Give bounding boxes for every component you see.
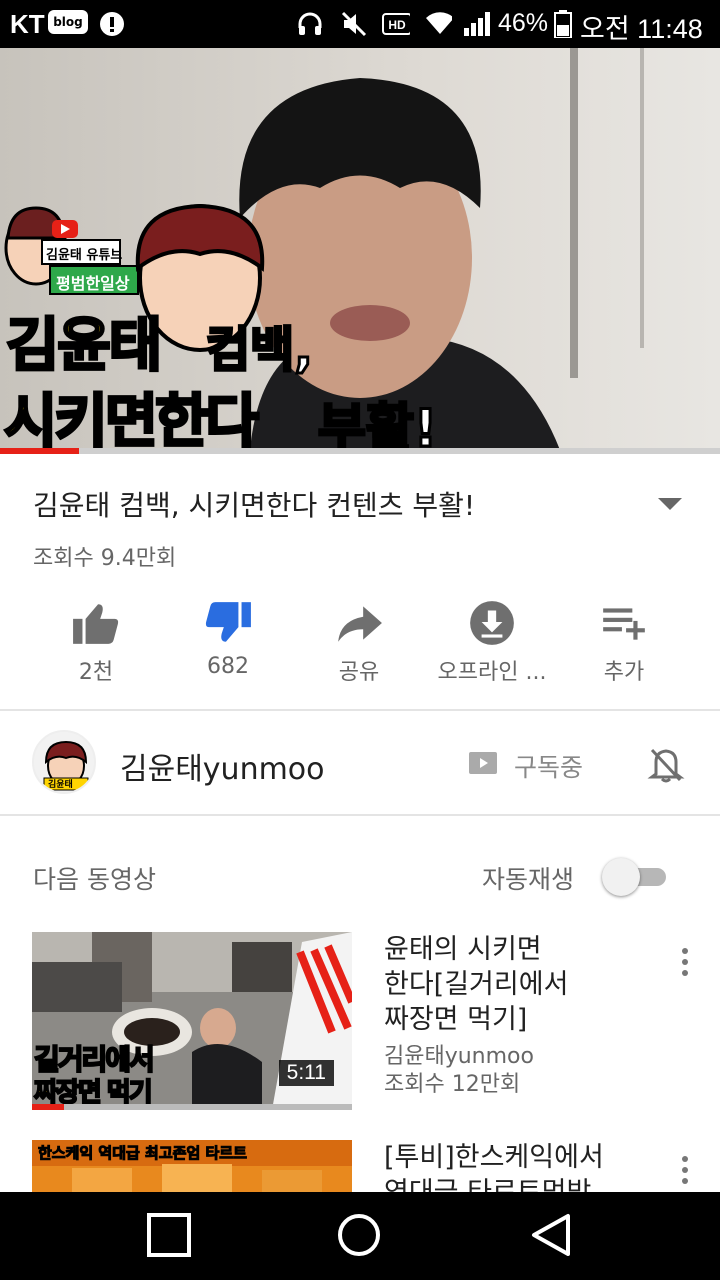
wifi-icon: [426, 12, 452, 34]
overlay-line2-b: 부활!: [316, 398, 438, 451]
svg-text:HD: HD: [388, 18, 406, 32]
more-options-icon[interactable]: [678, 948, 692, 982]
channel-name[interactable]: 김윤태yunmoo: [120, 744, 325, 788]
divider: [0, 814, 720, 816]
dislike-count: 682: [207, 654, 249, 679]
overlay-line1-a: 김윤태: [4, 310, 163, 381]
title-line: 짜장면 먹기]: [384, 1004, 528, 1035]
like-button[interactable]: 2천: [31, 590, 161, 700]
dislike-button[interactable]: 682: [163, 590, 293, 700]
add-to-playlist-button[interactable]: 추가: [559, 590, 689, 700]
action-bar: 2천 682 공유 오프라인 ... 추가: [0, 590, 720, 700]
view-count: 조회수 9.4만회: [33, 546, 177, 571]
playlist-add-icon: [603, 608, 645, 640]
title-line: 한다[길거리에서: [384, 969, 569, 1000]
overlay-line1-b: 컴백,: [205, 321, 315, 380]
overlay-line2-a: 시키면한다: [3, 386, 261, 451]
add-label: 추가: [603, 660, 645, 685]
up-next-label: 다음 동영상: [33, 865, 156, 894]
watched-progress-fill: [32, 1104, 64, 1110]
video-item-title[interactable]: [투비]한스케익에서 역대급 타르트먹방: [384, 1140, 654, 1192]
battery-icon: [554, 10, 572, 38]
subscribe-status[interactable]: 구독중: [514, 748, 583, 784]
offline-label: 오프라인 ...: [437, 660, 547, 685]
carrier-label: KT: [10, 9, 45, 39]
video-duration: 5:11: [278, 1060, 334, 1086]
thumbs-down-icon: [205, 602, 251, 642]
share-button[interactable]: 공유: [294, 590, 424, 700]
video-item-views: 조회수 12만회: [384, 1072, 521, 1097]
video-thumbnail[interactable]: 한스케익 역대급 최고존엄 타르트: [32, 1140, 352, 1192]
video-title: 김윤태 컴백, 시키면한다 컨텐츠 부활!: [33, 489, 476, 522]
video-thumbnail[interactable]: 길거리에서 짜장면 먹기 5:11: [32, 932, 352, 1110]
video-progress-bar[interactable]: [0, 448, 720, 454]
title-line: 윤태의 시키면: [384, 934, 542, 965]
battery-percent: 46%: [498, 9, 549, 37]
title-line: 역대급 타르트먹방: [384, 1175, 654, 1192]
divider: [0, 709, 720, 711]
navigation-bar: [0, 1192, 720, 1280]
autoplay-label: 자동재생: [482, 865, 575, 894]
status-bar: KT blog HD 46% 오전 11:48: [0, 0, 720, 48]
autoplay-toggle[interactable]: [602, 858, 666, 896]
overlay-series-tag: 평범한일상: [56, 274, 130, 293]
video-progress-fill: [0, 448, 80, 454]
video-player[interactable]: 김윤태 유튜브 평범한일상 김윤태 컴백, 시키면한다 부활!: [0, 48, 720, 450]
channel-avatar[interactable]: 김윤태: [32, 730, 96, 794]
recent-apps-icon[interactable]: [146, 1212, 192, 1258]
watched-progress: [32, 1104, 352, 1110]
title-line: [투비]한스케익에서: [384, 1142, 604, 1173]
share-icon: [338, 606, 382, 642]
alert-icon: [100, 12, 124, 36]
hd-icon: HD: [382, 13, 410, 35]
list-item[interactable]: 한스케익 역대급 최고존엄 타르트 [투비]한스케익에서 역대급 타르트먹방: [0, 1140, 720, 1192]
headset-icon: [298, 12, 322, 35]
list-item[interactable]: 길거리에서 짜장면 먹기 5:11 윤태의 시키면 한다[길거리에서 짜장면 먹…: [0, 932, 720, 1112]
back-icon[interactable]: [528, 1212, 574, 1258]
share-label: 공유: [338, 660, 380, 685]
notifications-off-icon[interactable]: [646, 744, 686, 784]
video-item-title[interactable]: 윤태의 시키면 한다[길거리에서 짜장면 먹기]: [384, 932, 654, 1037]
blog-badge: blog: [48, 10, 88, 34]
subscribed-icon[interactable]: [468, 750, 498, 776]
clock: 오전 11:48: [580, 14, 703, 44]
mute-icon: [341, 11, 367, 37]
toggle-knob: [602, 858, 640, 896]
expand-description-icon[interactable]: [656, 496, 684, 512]
more-options-icon[interactable]: [678, 1156, 692, 1190]
home-icon[interactable]: [336, 1212, 382, 1258]
overlay-channel-tag: 김윤태 유튜브: [46, 248, 123, 263]
like-count: 2천: [78, 660, 114, 685]
download-icon: [470, 601, 514, 645]
thumbs-up-icon: [73, 604, 119, 644]
avatar-text: 김윤태: [48, 780, 73, 790]
offline-button[interactable]: 오프라인 ...: [427, 590, 557, 700]
signal-icon: [464, 12, 490, 36]
thumb-text-1: 한스케익 역대급 최고존엄 타르트: [38, 1144, 248, 1163]
